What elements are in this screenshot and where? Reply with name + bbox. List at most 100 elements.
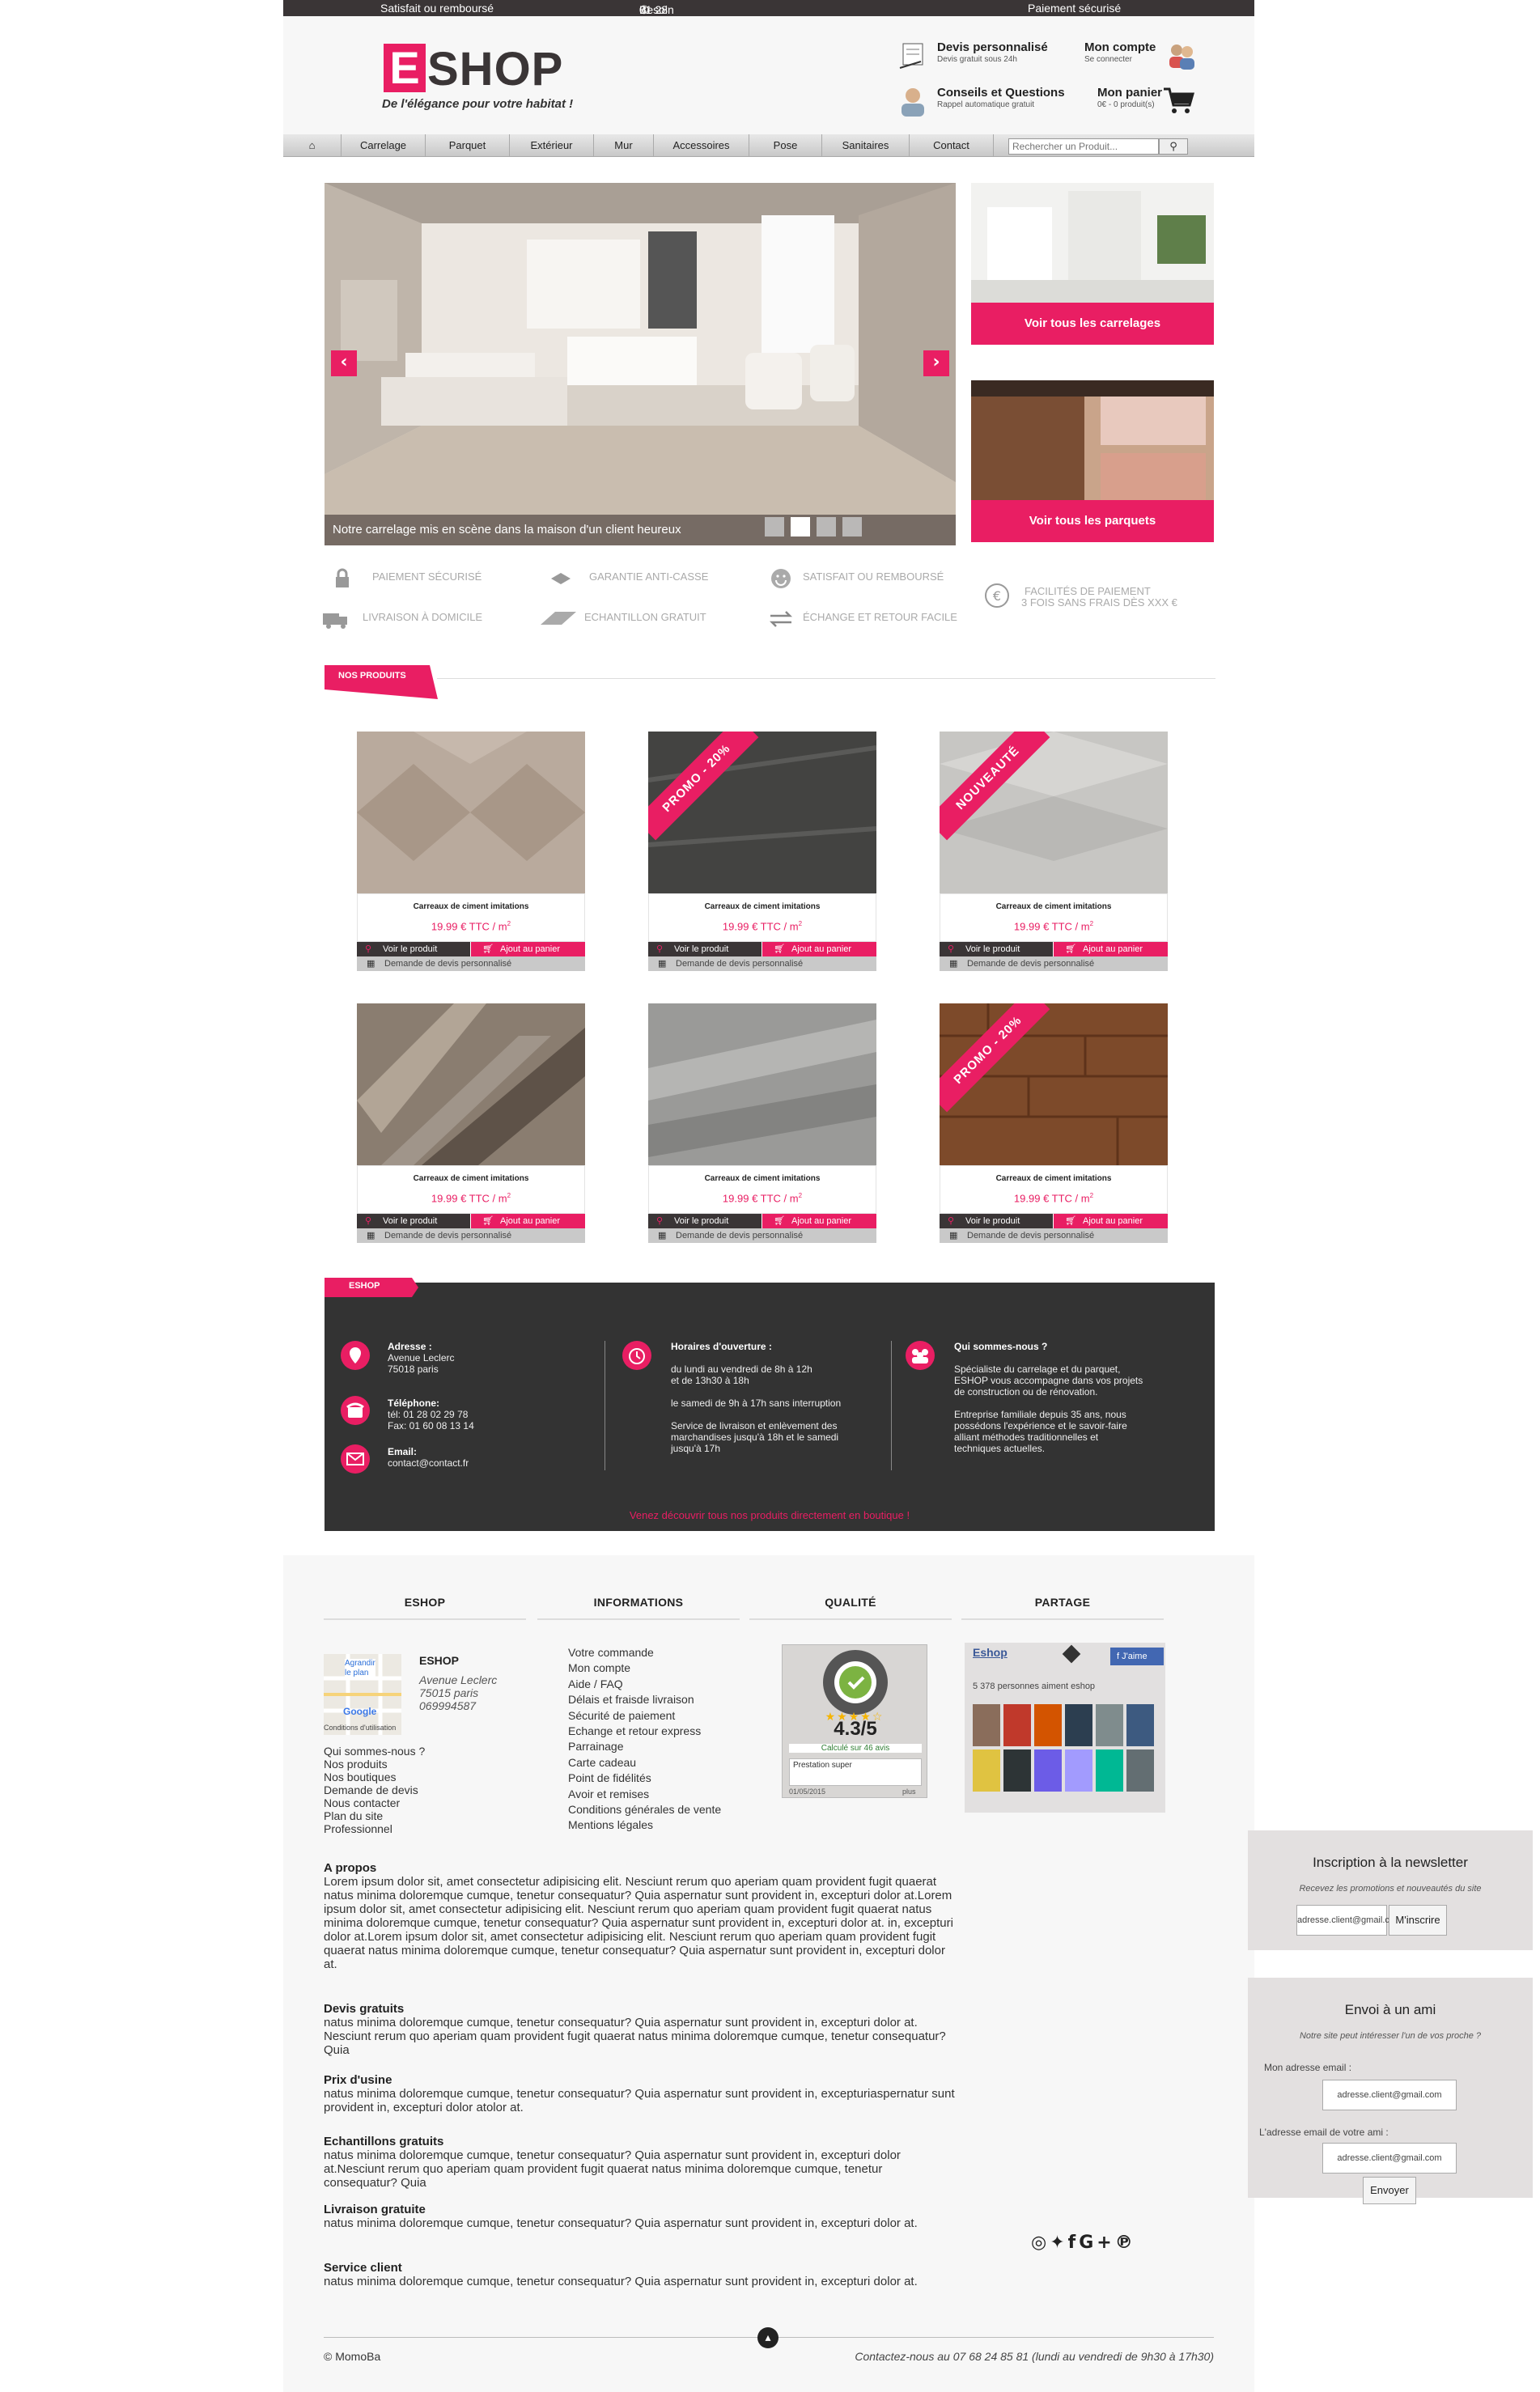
view-product-button[interactable]: ⚲ Voir le produit xyxy=(648,942,762,956)
footer-link[interactable]: Conditions générales de vente xyxy=(568,1803,721,1816)
facebook-fan-avatar[interactable] xyxy=(1034,1704,1062,1746)
hero-slider[interactable]: ‹ › Notre carrelage mis en scène dans la… xyxy=(325,183,956,545)
quote-request-button[interactable]: ▦ Demande de devis personnalisé xyxy=(648,1228,876,1243)
view-product-button[interactable]: ⚲ Voir le produit xyxy=(357,942,470,956)
home-icon[interactable]: ⌂ xyxy=(283,134,342,157)
product-card[interactable]: Carreaux de ciment imitations 19.99 € TT… xyxy=(357,1003,585,1243)
newsletter-email-input[interactable]: adresse.client@gmail.com xyxy=(1296,1905,1402,1936)
footer-link[interactable]: Point de fidélités xyxy=(568,1771,651,1784)
view-product-button[interactable]: ⚲ Voir le produit xyxy=(940,1214,1053,1228)
footer-link[interactable]: Délais et fraisde livraison xyxy=(568,1693,694,1706)
footer-link[interactable]: Echange et retour express xyxy=(568,1724,701,1737)
facebook-page-link[interactable]: Eshop xyxy=(973,1646,1008,1659)
nav-contact[interactable]: Contact xyxy=(910,134,994,157)
boutique-cta[interactable]: Venez découvrir tous nos produits direct… xyxy=(325,1509,1215,1521)
footer-link[interactable]: Nos boutiques xyxy=(324,1771,397,1783)
add-to-cart-button[interactable]: 🛒︎ Ajout au panier xyxy=(1054,942,1168,956)
nav-sanitaires[interactable]: Sanitaires xyxy=(822,134,910,157)
add-to-cart-button[interactable]: 🛒︎ Ajout au panier xyxy=(762,1214,876,1228)
nav-pose[interactable]: Pose xyxy=(749,134,822,157)
friend-email-input[interactable]: adresse.client@gmail.com xyxy=(1322,2143,1457,2174)
product-card[interactable]: NOUVEAUTÉ Carreaux de ciment imitations … xyxy=(940,732,1168,971)
slider-prev-button[interactable]: ‹ xyxy=(331,350,357,376)
account-link[interactable]: Mon compte Se connecter xyxy=(1084,36,1222,78)
nav-carrelage[interactable]: Carrelage xyxy=(342,134,426,157)
map-conditions[interactable]: Conditions d'utilisation xyxy=(324,1724,396,1732)
footer-link[interactable]: Demande de devis xyxy=(324,1783,418,1796)
add-to-cart-button[interactable]: 🛒︎ Ajout au panier xyxy=(471,942,585,956)
google-plus-icon[interactable]: G+ xyxy=(1079,2233,1115,2253)
nav-accessoires[interactable]: Accessoires xyxy=(654,134,749,157)
facebook-fan-avatar[interactable] xyxy=(973,1749,1000,1792)
slider-dot[interactable] xyxy=(817,517,836,537)
pinterest-icon[interactable]: ℗ xyxy=(1115,2233,1136,2253)
store-map[interactable]: Agrandir le plan Google Conditions d'util… xyxy=(324,1654,401,1735)
back-to-top-icon[interactable]: ▴ xyxy=(757,2327,778,2348)
product-image[interactable]: PROMO - 20% xyxy=(648,732,876,893)
facebook-fan-avatar[interactable] xyxy=(1096,1704,1123,1746)
search-input[interactable] xyxy=(1008,138,1159,155)
footer-link[interactable]: Mon compte xyxy=(568,1661,630,1674)
ekomi-widget[interactable]: 4.3/5 ★★★★☆ Calculé sur 46 avis Prestati… xyxy=(782,1644,927,1798)
product-card[interactable]: Carreaux de ciment imitations 19.99 € TT… xyxy=(357,732,585,971)
product-card[interactable]: PROMO - 20% Carreaux de ciment imitation… xyxy=(648,732,876,971)
slider-dot[interactable] xyxy=(842,517,862,537)
search-icon[interactable]: ⚲ xyxy=(1159,138,1188,155)
quote-request-button[interactable]: ▦ Demande de devis personnalisé xyxy=(357,1228,585,1243)
my-email-input[interactable]: adresse.client@gmail.com xyxy=(1322,2080,1457,2110)
map-enlarge[interactable]: Agrandir le plan xyxy=(345,1659,375,1678)
facebook-fan-avatar[interactable] xyxy=(973,1704,1000,1746)
slider-next-button[interactable]: › xyxy=(923,350,949,376)
product-image[interactable] xyxy=(357,1003,585,1165)
footer-link[interactable]: Sécurité de paiement xyxy=(568,1709,675,1722)
product-card[interactable]: PROMO - 20% Carreaux de ciment imitation… xyxy=(940,1003,1168,1243)
footer-link[interactable]: Nos produits xyxy=(324,1758,388,1771)
nav-exterieur[interactable]: Extérieur xyxy=(510,134,594,157)
facebook-fan-avatar[interactable] xyxy=(1065,1704,1092,1746)
product-image[interactable]: PROMO - 20% xyxy=(940,1003,1168,1165)
add-to-cart-button[interactable]: 🛒︎ Ajout au panier xyxy=(762,942,876,956)
add-to-cart-button[interactable]: 🛒︎ Ajout au panier xyxy=(471,1214,585,1228)
footer-link[interactable]: Aide / FAQ xyxy=(568,1677,623,1690)
view-product-button[interactable]: ⚲ Voir le produit xyxy=(940,942,1053,956)
footer-link[interactable]: Qui sommes-nous ? xyxy=(324,1745,425,1758)
footer-link[interactable]: Nous contacter xyxy=(324,1796,400,1809)
quote-request-button[interactable]: ▦ Demande de devis personnalisé xyxy=(940,1228,1168,1243)
view-product-button[interactable]: ⚲ Voir le produit xyxy=(357,1214,470,1228)
view-product-button[interactable]: ⚲ Voir le produit xyxy=(648,1214,762,1228)
send-button[interactable]: Envoyer xyxy=(1363,2177,1416,2204)
nav-parquet[interactable]: Parquet xyxy=(426,134,510,157)
facebook-fan-avatar[interactable] xyxy=(1126,1749,1154,1792)
instagram-icon[interactable]: ◎ xyxy=(1031,2233,1050,2253)
nav-mur[interactable]: Mur xyxy=(594,134,654,157)
ekomi-more[interactable]: plus xyxy=(902,1788,916,1796)
facebook-fan-avatar[interactable] xyxy=(1126,1704,1154,1746)
quote-request-button[interactable]: ▦ Demande de devis personnalisé xyxy=(648,956,876,971)
footer-link[interactable]: Votre commande xyxy=(568,1646,654,1659)
promo-parquet[interactable]: Voir tous les parquets xyxy=(971,380,1214,542)
footer-link[interactable]: Plan du site xyxy=(324,1809,383,1822)
quote-request-button[interactable]: ▦ Demande de devis personnalisé xyxy=(940,956,1168,971)
slider-dot[interactable] xyxy=(765,517,784,537)
facebook-fan-avatar[interactable] xyxy=(1003,1749,1031,1792)
product-image[interactable] xyxy=(357,732,585,893)
footer-link[interactable]: Professionnel xyxy=(324,1822,392,1835)
footer-link[interactable]: Avoir et remises xyxy=(568,1788,649,1800)
facebook-like-button[interactable]: f J'aime xyxy=(1110,1648,1164,1665)
cart-link[interactable]: Mon panier 0€ - 0 produit(s) xyxy=(1097,81,1235,123)
product-card[interactable]: Carreaux de ciment imitations 19.99 € TT… xyxy=(648,1003,876,1243)
promo-carrelage[interactable]: Voir tous les carrelages xyxy=(971,183,1214,345)
email-link[interactable]: contact@contact.fr xyxy=(388,1457,469,1469)
product-image[interactable]: NOUVEAUTÉ xyxy=(940,732,1168,893)
facebook-fan-avatar[interactable] xyxy=(1065,1749,1092,1792)
footer-link[interactable]: Mentions légales xyxy=(568,1818,653,1831)
footer-link[interactable]: Carte cadeau xyxy=(568,1756,636,1769)
newsletter-subscribe-button[interactable]: M'inscrire xyxy=(1389,1905,1447,1936)
facebook-fan-avatar[interactable] xyxy=(1034,1749,1062,1792)
slider-dot-active[interactable] xyxy=(791,517,810,537)
twitter-icon[interactable]: ✦ xyxy=(1050,2233,1067,2253)
facebook-fan-avatar[interactable] xyxy=(1096,1749,1123,1792)
product-image[interactable] xyxy=(648,1003,876,1165)
conseils-link[interactable]: Conseils et Questions Rappel automatique… xyxy=(897,81,1099,123)
facebook-icon[interactable]: f xyxy=(1068,2233,1080,2253)
